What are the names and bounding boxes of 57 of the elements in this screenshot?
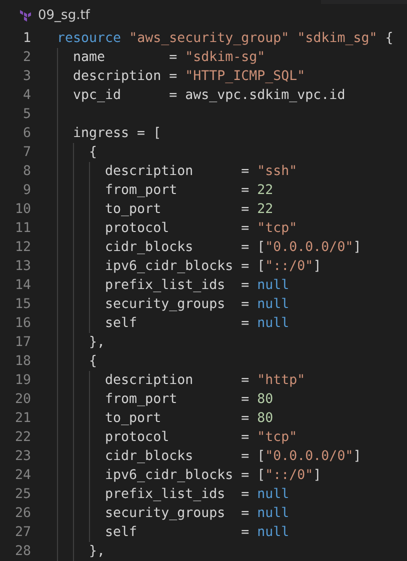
code-line: description = "ssh" — [104, 163, 298, 181]
line-number: 4 — [22, 86, 31, 105]
code-line: name = "sdkim-sg" — [72, 49, 266, 67]
code-line: cidr_blocks = ["0.0.0.0/0"] — [104, 448, 362, 466]
line-number: 24 — [14, 466, 31, 485]
code-line: security_groups = null — [104, 505, 290, 523]
code-line: security_groups = null — [104, 296, 290, 314]
line-number: 19 — [14, 372, 31, 390]
code-line: from_port = 22 — [104, 182, 274, 200]
line-number: 5 — [22, 106, 31, 124]
code-line: cidr_blocks = ["0.0.0.0/0"] — [104, 239, 362, 257]
code-line: self = null — [104, 524, 290, 542]
code-line: protocol = "tcp" — [104, 220, 298, 238]
code-line: self = null — [104, 315, 290, 333]
code-line: description = "http" — [104, 372, 306, 390]
line-number: 11 — [14, 220, 31, 238]
code-line: resource "aws_security_group" "sdkim_sg" { — [57, 30, 394, 48]
code-line: to_port = 22 — [104, 201, 274, 219]
line-number: 26 — [14, 504, 31, 523]
line-number: 22 — [14, 428, 31, 447]
line-number: 8 — [22, 162, 31, 181]
line-number: 21 — [14, 410, 31, 428]
line-number: 12 — [14, 238, 31, 257]
code-line: ingress = [ — [72, 125, 162, 143]
terraform-logo-icon — [20, 10, 32, 22]
line-number: 18 — [14, 352, 31, 371]
code-line: description = "HTTP_ICMP_SQL" — [72, 68, 306, 86]
code-line: ipv6_cidr_blocks = ["::/0"] — [104, 467, 322, 485]
code-line: protocol = "tcp" — [104, 429, 298, 447]
line-number: 9 — [22, 182, 31, 200]
line-number: 27 — [14, 524, 31, 542]
code-line: { — [88, 353, 98, 371]
code-line: prefix_list_ids = null — [104, 486, 290, 504]
line-number: 28 — [14, 542, 31, 561]
line-number: 2 — [22, 48, 31, 67]
code-line: }, — [88, 543, 106, 561]
line-number: 17 — [14, 334, 31, 352]
code-line: { — [88, 144, 98, 162]
line-number: 25 — [14, 486, 31, 504]
file-tab-title[interactable]: 09_sg.tf — [38, 6, 90, 26]
line-number: 7 — [22, 144, 31, 162]
line-number: 3 — [22, 68, 31, 86]
line-number: 13 — [14, 258, 31, 276]
code-line: vpc_id = aws_vpc.sdkim_vpc.id — [72, 87, 346, 105]
line-number: 1 — [22, 30, 31, 48]
line-number: 23 — [14, 448, 31, 466]
line-number: 10 — [14, 200, 31, 219]
line-number: 16 — [14, 314, 31, 333]
line-number: 20 — [14, 390, 31, 409]
code-line: prefix_list_ids = null — [104, 277, 290, 295]
code-line: }, — [88, 334, 106, 352]
code-line: from_port = 80 — [104, 391, 274, 409]
code-line: ipv6_cidr_blocks = ["::/0"] — [104, 258, 322, 276]
line-number: 15 — [14, 296, 31, 314]
code-line: to_port = 80 — [104, 410, 274, 428]
line-number: 6 — [22, 124, 31, 143]
line-number: 14 — [14, 276, 31, 295]
